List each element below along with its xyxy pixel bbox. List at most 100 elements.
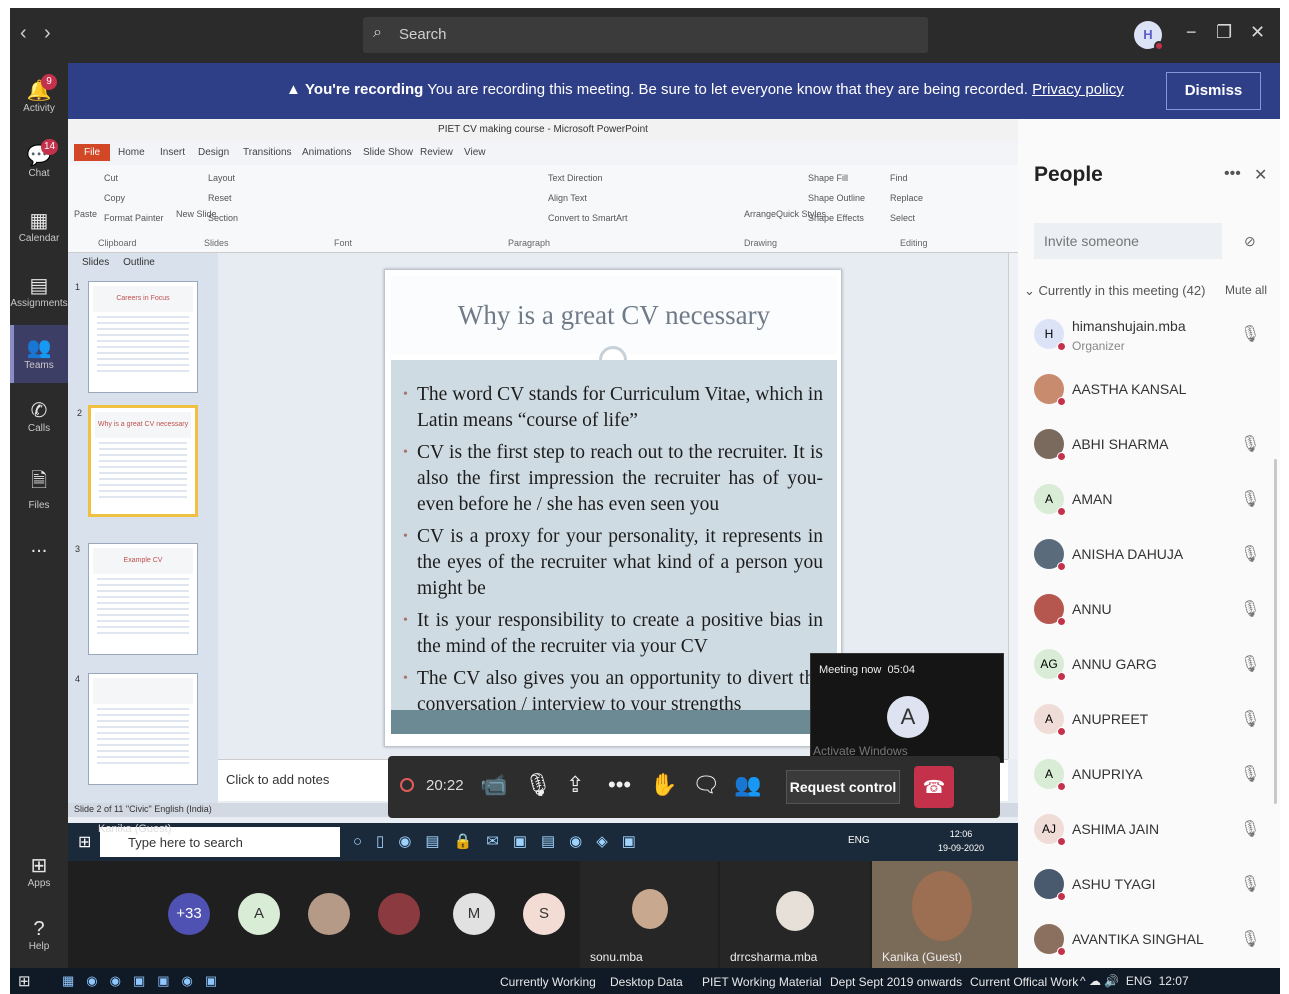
participant-row[interactable]: A AMAN 🎙 [1034, 474, 1270, 529]
participant-row[interactable]: ASHU TYAGI 🎙 [1034, 859, 1270, 914]
participant-row[interactable]: AASTHA KANSAL [1034, 364, 1270, 419]
rail-item-apps[interactable]: ⊞ Apps [10, 843, 68, 901]
mic-muted-icon: 🎙 [1240, 436, 1261, 453]
participant-name: ANNU [1072, 601, 1112, 617]
raise-hand-icon[interactable]: ✋ [650, 772, 677, 798]
taskbar-folder[interactable]: Currently Working [500, 975, 596, 989]
participant-row[interactable]: ANISHA DAHUJA 🎙 [1034, 529, 1270, 584]
panel-tabs: Slides Outline [82, 257, 155, 268]
taskbar-folder[interactable]: Current Offical Work [970, 975, 1078, 989]
ribbon-quick-styles: Quick Styles [776, 209, 827, 219]
participant-row[interactable]: A ANUPREET 🎙 [1034, 694, 1270, 749]
participant-row[interactable]: AJ ASHIMA JAIN 🎙 [1034, 804, 1270, 859]
participant-avatar [1034, 924, 1066, 956]
more-options-icon[interactable]: ••• [1224, 165, 1241, 183]
camera-off-icon[interactable]: 📹 [480, 772, 507, 798]
profile-avatar[interactable]: H [1134, 21, 1164, 51]
mic-off-icon[interactable]: 🎙 [524, 772, 552, 798]
meeting-now-window[interactable]: Meeting now 05:04 A Activate Windows [810, 653, 1004, 763]
participant-row[interactable]: Hhimanshujain.mba Organizer 🎙 [1034, 309, 1270, 364]
avatar-initial: H [1143, 27, 1153, 42]
close-panel-icon[interactable]: ✕ [1254, 165, 1267, 185]
taskbar-folder[interactable]: PIET Working Material [702, 975, 822, 989]
thumb-lines [99, 442, 187, 502]
thumb-number: 2 [77, 408, 83, 418]
rail-item-activity[interactable]: 🔔 9 Activity [10, 68, 68, 126]
more-actions-icon[interactable]: ••• [608, 772, 631, 798]
ribbon-new-slide: New Slide [176, 209, 217, 219]
invite-input[interactable] [1034, 223, 1222, 259]
windows-taskbar: ⊞ ▦◉◉▣▣◉▣ Currently Working Desktop Data… [10, 968, 1280, 994]
panel-tab-outline: Outline [123, 257, 155, 268]
participant-avatar [1034, 594, 1066, 626]
share-invite-icon[interactable]: ⊘ [1244, 233, 1256, 250]
back-arrow-icon[interactable]: ‹ [20, 22, 27, 45]
taskbar-lang: ENG [848, 835, 870, 846]
status-dot-icon [1057, 452, 1066, 461]
taskbar-folder[interactable]: Desktop Data [610, 975, 683, 989]
participant-photo [776, 891, 814, 931]
participant-name: ABHI SHARMA [1072, 436, 1169, 452]
participant-row[interactable]: AG ANNU GARG 🎙 [1034, 639, 1270, 694]
participant-avatar [378, 893, 420, 935]
hang-up-button[interactable]: ☎ [914, 766, 954, 808]
participant-strip: +33 A M S sonu.mba drrcsharma.mba Kanika… [68, 861, 1018, 968]
rail-item-chat[interactable]: 💬 14 Chat [10, 133, 68, 191]
share-screen-icon[interactable]: ⇪ [566, 772, 584, 798]
taskbar-folder[interactable]: Dept Sept 2019 onwards [830, 975, 962, 989]
teams-window: ‹ › ⌕ Search H − ❐ ✕ 🔔 9 Activity 💬 14 C… [10, 8, 1280, 994]
rail-item-more[interactable]: ... [10, 525, 68, 583]
slide-bullet: CV is the first step to reach out to the… [403, 440, 823, 518]
rail-item-help[interactable]: ? Help [10, 908, 68, 966]
recording-banner: ▲ You're recording You are recording thi… [68, 63, 1280, 119]
participant-row[interactable]: ANNU 🎙 [1034, 584, 1270, 639]
participant-row[interactable]: A ANUPRIYA 🎙 [1034, 749, 1270, 804]
rail-label: Teams [24, 360, 54, 371]
meeting-section-header[interactable]: ⌄ Currently in this meeting (42) [1024, 283, 1205, 299]
slide-thumbnail-panel: Slides Outline 1 Careers in Focus 2 Why … [68, 253, 218, 803]
participant-tile: drrcsharma.mba [720, 861, 870, 968]
privacy-policy-link[interactable]: Privacy policy [1032, 81, 1124, 98]
rail-item-teams[interactable]: 👥 Teams [10, 325, 68, 383]
rail-label: Activity [23, 103, 55, 114]
ribbon-paste: Paste [74, 209, 98, 219]
rail-item-assignments[interactable]: ▤ Assignments [10, 263, 68, 321]
group-drawing: Drawing [744, 238, 778, 248]
participant-avatar: A [1034, 484, 1066, 516]
maximize-icon[interactable]: ❐ [1216, 22, 1232, 43]
participant-row[interactable]: AVANTIKA SINGHAL 🎙 [1034, 914, 1270, 969]
forward-arrow-icon[interactable]: › [44, 22, 51, 45]
request-control-button[interactable]: Request control [786, 770, 900, 804]
status-dot-icon [1057, 837, 1066, 846]
presenter-taskbar: ⊞ Type here to search ○▯◉▤🔒✉▣▤◉◈▣ ENG 12… [68, 823, 1018, 861]
rail-item-files[interactable]: 🗎 Files [10, 456, 68, 514]
ppt-tab-view: View [464, 147, 486, 158]
close-icon[interactable]: ✕ [1250, 22, 1265, 43]
group-paragraph: Paragraph [508, 238, 551, 248]
search-bar[interactable]: ⌕ Search [363, 17, 928, 53]
mute-all-button[interactable]: Mute all [1225, 283, 1267, 297]
people-panel: People ••• ✕ ⊘ ⌄ Currently in this meeti… [1018, 119, 1280, 968]
dismiss-button[interactable]: Dismiss [1166, 72, 1261, 110]
status-dot-icon [1057, 617, 1066, 626]
windows-start-icon[interactable]: ⊞ [18, 972, 31, 990]
minimize-icon[interactable]: − [1186, 22, 1197, 43]
participant-name: ANUPRIYA [1072, 766, 1143, 782]
ribbon-replace: Replace [890, 193, 924, 203]
ppt-tab-slideshow: Slide Show [363, 147, 414, 158]
participant-name: Kanika (Guest) [882, 950, 963, 964]
people-scrollbar[interactable] [1274, 459, 1277, 804]
participant-name: AASTHA KANSAL [1072, 381, 1187, 397]
overflow-participants[interactable]: +33 [168, 893, 210, 935]
ribbon-copy: Copy [104, 193, 126, 203]
meeting-now-avatar: A [887, 696, 929, 738]
rail-item-calls[interactable]: ✆ Calls [10, 388, 68, 446]
slide-footer-band [391, 710, 837, 734]
participant-avatar: A [1034, 759, 1066, 791]
chat-toggle-icon[interactable]: 🗨 [692, 772, 720, 798]
participant-photo [912, 871, 972, 941]
rail-item-calendar[interactable]: ▦ Calendar [10, 198, 68, 256]
ribbon-shape-outline: Shape Outline [808, 193, 866, 203]
participants-icon[interactable]: 👥 [734, 772, 761, 798]
participant-row[interactable]: ABHI SHARMA 🎙 [1034, 419, 1270, 474]
